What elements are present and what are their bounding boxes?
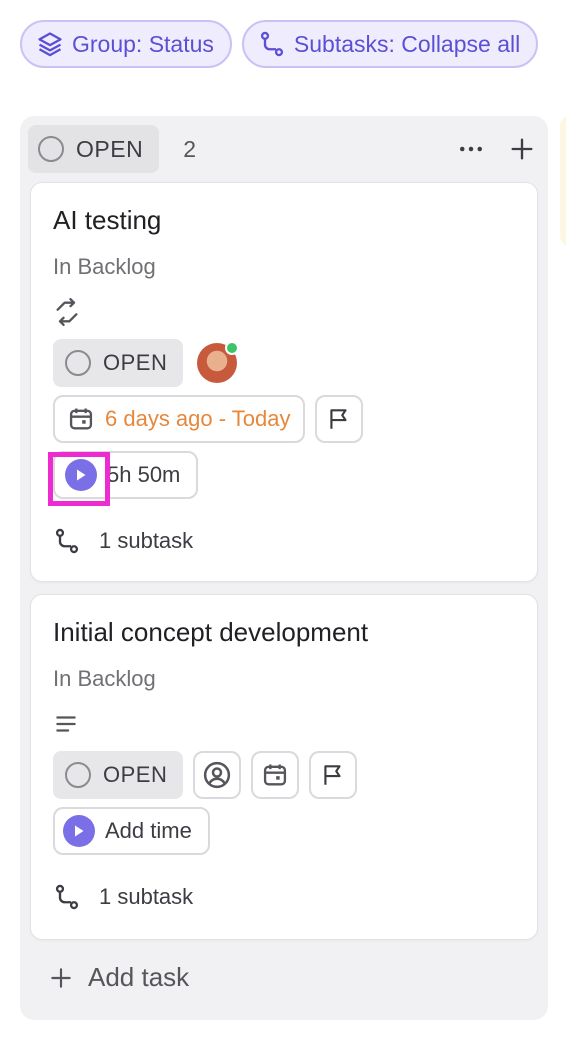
task-list-name: In Backlog <box>53 254 156 279</box>
task-status-label: OPEN <box>103 762 168 787</box>
assignee-button[interactable] <box>193 751 242 799</box>
priority-button[interactable] <box>309 751 358 799</box>
tracked-time-text: 5h 50m <box>107 462 181 487</box>
subtasks-toggle-button[interactable]: Subtasks: Collapse all <box>241 20 539 68</box>
online-indicator <box>225 341 240 355</box>
subtasks-toggle[interactable]: 1 subtask <box>53 883 515 911</box>
description-icon <box>56 716 76 732</box>
task-card[interactable]: AI testing In Backlog OPEN 6 days ago - … <box>30 182 538 582</box>
priority-button[interactable] <box>314 395 363 443</box>
assignee-avatar[interactable] <box>197 341 240 383</box>
subtask-icon <box>55 528 79 554</box>
due-date-text: 6 days ago - Today <box>105 406 291 431</box>
calendar-icon <box>69 408 93 430</box>
plus-icon <box>51 967 71 988</box>
add-task-label: Add task <box>88 962 190 992</box>
status-column-open: OPEN 2 AI testing In Backlog OPEN 6 days… <box>20 116 548 1020</box>
task-title[interactable]: Initial concept development <box>53 615 515 649</box>
status-circle-icon <box>65 350 91 376</box>
group-by-label: Group: Status <box>72 30 214 57</box>
task-list-name: In Backlog <box>53 666 156 691</box>
dependency-icon <box>56 298 78 326</box>
subtasks-count: 1 subtask <box>99 884 194 909</box>
flag-icon <box>329 409 347 429</box>
subtasks-toggle-label: Subtasks: Collapse all <box>293 30 521 57</box>
flag-icon <box>324 765 341 785</box>
column-status-pill[interactable]: OPEN <box>28 125 160 173</box>
next-column-edge <box>560 116 566 246</box>
status-circle-icon <box>65 762 91 788</box>
play-timer-icon[interactable] <box>63 815 95 847</box>
add-time-button[interactable]: Add time <box>53 807 210 855</box>
subtasks-toggle[interactable]: 1 subtask <box>53 527 515 555</box>
calendar-icon <box>264 764 287 786</box>
subtask-icon <box>55 884 79 910</box>
task-card[interactable]: Initial concept development In Backlog O… <box>30 594 538 940</box>
column-add-button[interactable] <box>508 135 536 163</box>
task-title[interactable]: AI testing <box>53 203 515 237</box>
subtasks-count: 1 subtask <box>99 528 194 553</box>
due-date-button[interactable]: 6 days ago - Today <box>53 395 305 443</box>
more-horizontal-icon <box>460 146 482 152</box>
add-time-text: Add time <box>105 818 192 843</box>
status-circle-icon <box>38 136 64 162</box>
time-tracking-button[interactable]: 5h 50m <box>53 451 199 499</box>
group-by-button[interactable]: Group: Status <box>20 20 232 68</box>
task-status-button[interactable]: OPEN <box>53 339 184 387</box>
column-task-count: 2 <box>183 135 196 162</box>
subtask-icon <box>260 31 284 57</box>
plus-icon <box>511 138 533 160</box>
add-task-button[interactable]: Add task <box>48 962 189 993</box>
task-status-label: OPEN <box>103 350 168 375</box>
task-status-button[interactable]: OPEN <box>53 751 184 799</box>
play-timer-icon[interactable] <box>65 459 97 491</box>
due-date-button[interactable] <box>251 751 300 799</box>
user-circle-icon <box>204 761 231 789</box>
layers-icon <box>38 32 62 57</box>
column-header: OPEN 2 <box>28 124 540 174</box>
column-more-button[interactable] <box>456 134 486 164</box>
view-toolbar: Group: Status Subtasks: Collapse all <box>20 20 539 68</box>
column-status-label: OPEN <box>76 135 144 162</box>
